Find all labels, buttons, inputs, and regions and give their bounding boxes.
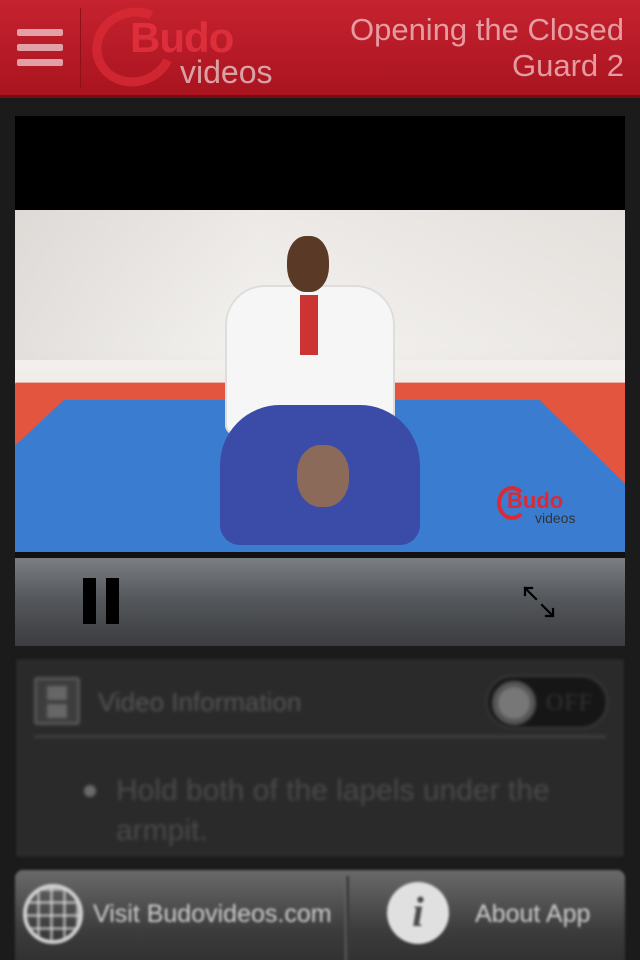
pause-icon-bar — [83, 578, 96, 624]
video-player[interactable]: Budo videos — [15, 116, 625, 646]
fullscreen-icon — [523, 586, 555, 618]
visit-website-label: Visit Budovideos.com — [93, 900, 332, 928]
hamburger-icon-bar — [17, 44, 63, 51]
menu-button[interactable] — [0, 0, 80, 95]
bottom-toolbar: Visit Budovideos.com i About App — [15, 870, 625, 960]
about-app-label: About App — [475, 900, 591, 928]
logo-secondary-text: videos — [180, 54, 273, 90]
video-frame[interactable]: Budo videos — [15, 210, 625, 552]
toggle-knob — [492, 681, 536, 725]
pause-icon-bar — [106, 578, 119, 624]
globe-icon — [23, 884, 83, 944]
hamburger-icon-bar — [17, 29, 63, 36]
film-icon — [34, 677, 80, 725]
fullscreen-button[interactable] — [521, 584, 557, 620]
pause-button[interactable] — [81, 578, 121, 624]
video-info-panel: Video Information OFF Hold both of the l… — [17, 660, 623, 856]
toggle-label: OFF — [546, 690, 594, 716]
video-person-head — [297, 445, 349, 507]
visit-website-button[interactable]: Visit Budovideos.com — [15, 870, 345, 960]
hamburger-icon-bar — [17, 59, 63, 66]
info-title: Video Information — [98, 687, 302, 717]
video-controls — [15, 558, 625, 646]
info-divider — [34, 735, 606, 738]
video-person-head — [287, 236, 329, 292]
header-divider — [80, 8, 81, 88]
bullet-icon — [84, 785, 96, 797]
about-app-button[interactable]: i About App — [349, 870, 625, 960]
info-bullet-text: Hold both of the lapels under the armpit… — [116, 774, 550, 847]
info-toggle[interactable]: OFF — [486, 675, 608, 729]
video-person-lapel — [300, 295, 318, 355]
page-title: Opening the Closed Guard 2 — [349, 12, 624, 83]
app-logo: Budo videos — [81, 0, 292, 99]
watermark-secondary-text: videos — [535, 510, 576, 526]
info-icon: i — [387, 882, 449, 944]
app-header: Budo videos Opening the Closed Guard 2 — [0, 0, 640, 99]
video-watermark: Budo videos — [497, 486, 597, 530]
